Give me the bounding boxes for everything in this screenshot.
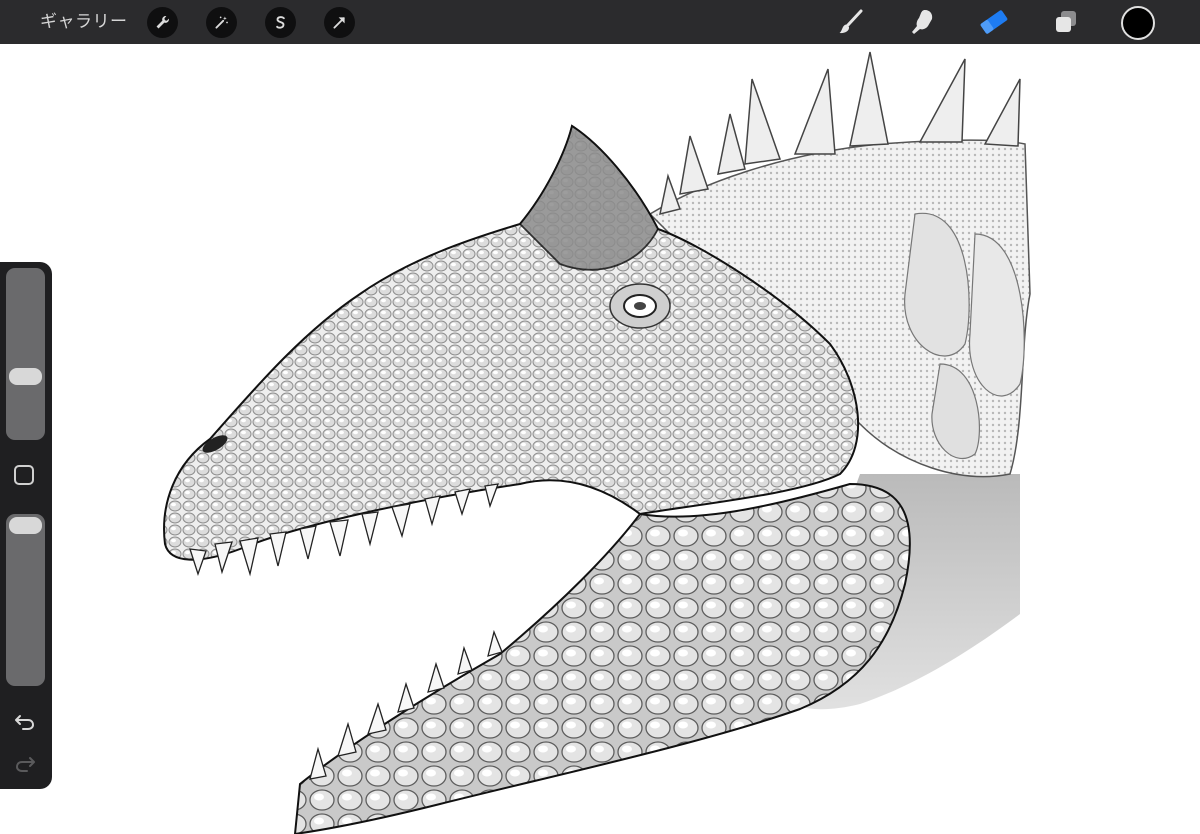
magic-wand-icon: [215, 16, 228, 29]
opacity-slider[interactable]: [6, 514, 45, 686]
brush-size-slider[interactable]: [6, 268, 45, 440]
arrow-cursor-icon: [333, 17, 345, 29]
wrench-icon: [156, 16, 169, 29]
eraser-tool-button[interactable]: [977, 5, 1011, 39]
actions-wrench-button[interactable]: [147, 7, 178, 38]
undo-arrow-icon: [15, 715, 35, 730]
dinosaur-head-artwork: [163, 51, 1031, 834]
undo-button[interactable]: [11, 710, 39, 734]
eraser-icon: [980, 10, 1008, 34]
smudge-finger-icon: [912, 10, 933, 34]
selection-s-icon: [276, 16, 285, 29]
color-picker-button[interactable]: [1121, 6, 1155, 40]
smudge-tool-button[interactable]: [906, 5, 940, 39]
modify-square-button[interactable]: [14, 465, 34, 485]
opacity-handle[interactable]: [9, 517, 42, 534]
brush-size-handle[interactable]: [9, 368, 42, 385]
drawing-canvas[interactable]: [0, 44, 1200, 834]
selection-button[interactable]: [265, 7, 296, 38]
brush-tool-button[interactable]: [834, 5, 868, 39]
layers-icon: [1056, 11, 1076, 32]
redo-arrow-icon: [15, 757, 35, 772]
gallery-button[interactable]: ギャラリー: [40, 0, 128, 44]
brush-icon: [839, 9, 863, 34]
transform-button[interactable]: [324, 7, 355, 38]
top-toolbar: ギャラリー: [0, 0, 1200, 44]
left-sidebar: [0, 262, 52, 789]
layers-button[interactable]: [1049, 5, 1083, 39]
adjustments-button[interactable]: [206, 7, 237, 38]
redo-button[interactable]: [11, 752, 39, 776]
